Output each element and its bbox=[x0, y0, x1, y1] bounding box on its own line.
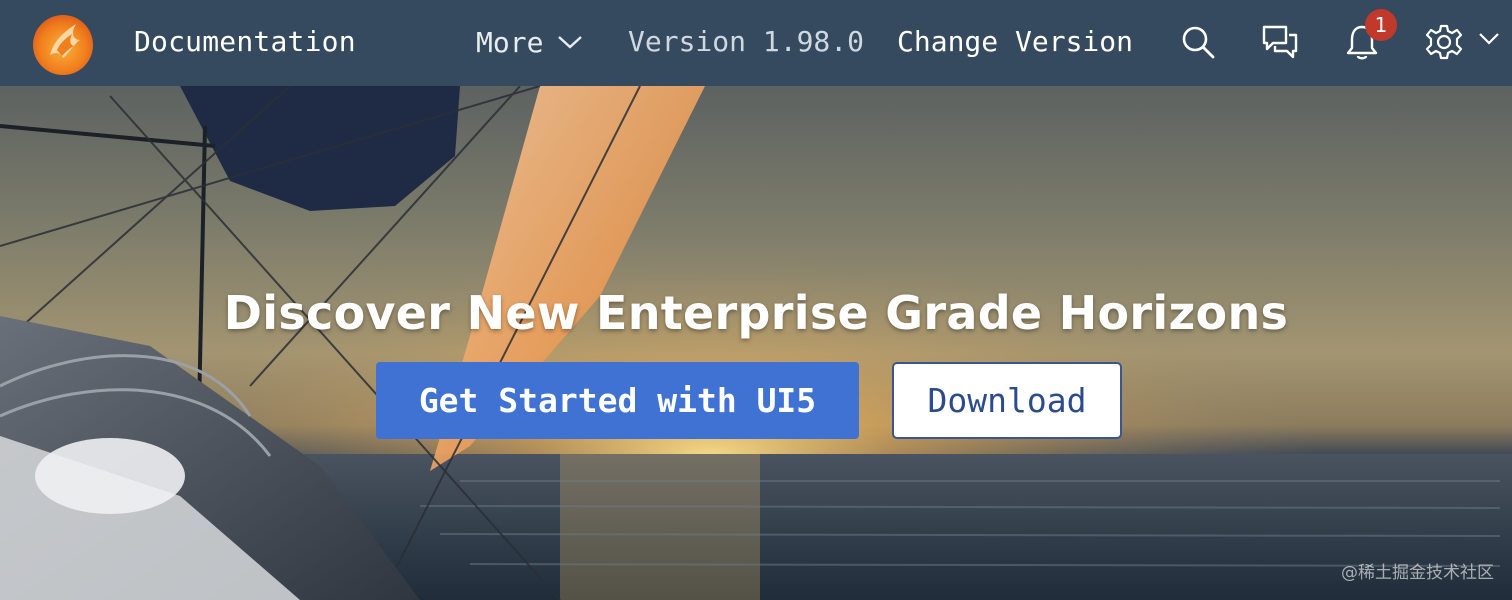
more-menu-label: More bbox=[476, 25, 544, 59]
search-icon bbox=[1182, 26, 1215, 59]
openui5-logo[interactable] bbox=[30, 10, 96, 76]
settings-icon bbox=[1425, 24, 1463, 60]
hero-title: Discover New Enterprise Grade Horizons bbox=[223, 286, 1289, 340]
get-started-button[interactable]: Get Started with UI5 bbox=[376, 362, 859, 439]
search-button[interactable] bbox=[1178, 22, 1218, 62]
feedback-icon bbox=[1262, 25, 1298, 59]
more-menu-button[interactable]: More bbox=[476, 24, 583, 60]
settings-button[interactable] bbox=[1424, 22, 1464, 62]
notification-count-badge: 1 bbox=[1365, 9, 1397, 41]
chevron-down-icon bbox=[558, 36, 583, 49]
sailboat-sunset-image bbox=[0, 86, 1512, 600]
app-title[interactable]: Documentation bbox=[134, 24, 356, 60]
shell-bar: Documentation More Version 1.98.0 Change… bbox=[0, 0, 1512, 86]
download-button[interactable]: Download bbox=[892, 362, 1122, 439]
hero-banner: Discover New Enterprise Grade Horizons G… bbox=[0, 86, 1512, 600]
version-label: Version 1.98.0 bbox=[628, 25, 865, 58]
watermark-text: @稀土掘金技术社区 bbox=[1341, 563, 1494, 583]
settings-chevron-down-icon[interactable] bbox=[1478, 32, 1500, 46]
feedback-button[interactable] bbox=[1260, 22, 1300, 62]
change-version-link[interactable]: Change Version bbox=[897, 24, 1133, 60]
